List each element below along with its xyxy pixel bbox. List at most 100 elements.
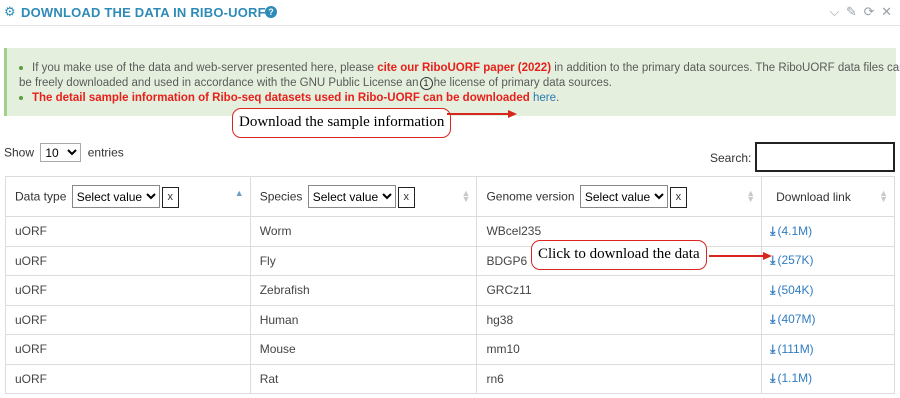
cell-data-type: uORF xyxy=(5,334,251,365)
arrow-head-icon xyxy=(508,110,517,118)
notice-line-sample-info: The detail sample information of Ribo-se… xyxy=(19,92,559,104)
table-row: uORF Worm WBcel235 ⤓ (4.1M) xyxy=(5,216,895,247)
file-size: (111M) xyxy=(777,341,814,356)
column-header-data-type[interactable]: Data type Select value x ▲ xyxy=(5,176,251,217)
cogs-icon: ⚙ xyxy=(4,4,16,19)
column-header-download-link[interactable]: Download link ▲ ▼ xyxy=(761,176,895,217)
table-row: uORF Fly BDGP6 ⤓ (257K) xyxy=(5,245,895,276)
cell-data-type: uORF xyxy=(5,304,251,335)
notice-text: he license of primary data sources. xyxy=(433,77,612,89)
column-header-species[interactable]: Species Select value x ▲ ▼ xyxy=(249,176,478,217)
notice-line-citation: If you make use of the data and web-serv… xyxy=(19,62,900,74)
notice-text: If you make use of the data and web-serv… xyxy=(32,62,378,74)
table-header-row: Data type Select value x ▲ Species Select… xyxy=(5,176,895,217)
cell-genome: hg38 xyxy=(476,304,763,335)
notice-text: . xyxy=(555,92,560,104)
species-filter[interactable]: Select value xyxy=(307,185,396,208)
close-icon[interactable]: ✕ xyxy=(881,4,892,19)
panel-title: DOWNLOAD THE DATA IN RIBO-UORF xyxy=(21,5,266,20)
cell-data-type: uORF xyxy=(5,363,251,394)
cell-download: ⤓ (4.1M) xyxy=(761,216,895,247)
annotation-marker: 1 xyxy=(419,77,433,90)
download-icon: ⤓ xyxy=(770,223,776,238)
download-icon: ⤓ xyxy=(770,371,776,386)
wrench-icon[interactable]: ✎ xyxy=(846,4,857,19)
file-size: (257K) xyxy=(777,253,814,268)
cell-species: Fly xyxy=(249,245,478,276)
cell-species: Mouse xyxy=(249,334,478,365)
cell-species: Human xyxy=(249,304,478,335)
sort-asc-icon[interactable]: ▲ xyxy=(235,189,244,198)
entries-select[interactable]: 10 xyxy=(40,143,82,162)
callout-click-download: Click to download the data xyxy=(531,240,707,270)
notice-line-license: be freely downloaded and used in accorda… xyxy=(19,77,612,90)
download-link[interactable]: ⤓ (4.1M) xyxy=(770,224,812,238)
download-link[interactable]: ⤓ (111M) xyxy=(770,342,814,356)
genome-version-filter[interactable]: Select value xyxy=(579,185,668,208)
cell-data-type: uORF xyxy=(5,275,251,306)
column-header-genome-version[interactable]: Genome version Select value x ▲ ▼ xyxy=(476,176,763,217)
notice-text: be freely downloaded and used in accorda… xyxy=(19,77,419,89)
table-row: uORF Human hg38 ⤓ (407M) xyxy=(5,304,895,335)
sort-icon[interactable]: ▲ ▼ xyxy=(746,189,755,204)
help-icon[interactable]: ? xyxy=(265,6,277,18)
cell-genome: GRCz11 xyxy=(476,275,763,306)
cell-genome: rn6 xyxy=(476,363,763,394)
callout-sample-info: Download the sample information xyxy=(232,108,452,138)
sample-info-link[interactable]: here xyxy=(533,92,556,104)
cell-download: ⤓ (257K) xyxy=(761,245,895,276)
refresh-icon[interactable]: ⟳ xyxy=(864,4,875,19)
clear-filter-button[interactable]: x xyxy=(161,186,179,208)
panel-header: ⚙ DOWNLOAD THE DATA IN RIBO-UORF ? ⌵ ✎ ⟳… xyxy=(0,0,900,26)
notice-box: If you make use of the data and web-serv… xyxy=(4,48,900,116)
bullet-icon xyxy=(19,65,23,70)
cell-species: Zebrafish xyxy=(249,275,478,306)
cell-data-type: uORF xyxy=(5,216,251,247)
entries-label: entries xyxy=(87,145,124,160)
column-label: Species xyxy=(259,189,303,204)
download-icon: ⤓ xyxy=(770,341,776,356)
notice-text: in addition to the primary data sources.… xyxy=(551,62,900,74)
file-size: (407M) xyxy=(777,312,816,327)
column-label: Download link xyxy=(776,189,851,204)
column-label: Genome version xyxy=(486,189,575,204)
file-size: (4.1M) xyxy=(777,223,813,238)
download-icon: ⤓ xyxy=(770,282,776,297)
cite-paper-link[interactable]: cite our RiboUORF paper (2022) xyxy=(377,62,551,74)
bullet-icon xyxy=(19,95,23,100)
sort-icon[interactable]: ▲ ▼ xyxy=(462,189,471,204)
sample-info-text: The detail sample information of Ribo-se… xyxy=(32,92,530,104)
panel-toolbar: ⌵ ✎ ⟳ ✕ xyxy=(827,4,892,20)
cell-data-type: uORF xyxy=(5,245,251,276)
cell-download: ⤓ (504K) xyxy=(761,275,895,306)
clear-filter-button[interactable]: x xyxy=(397,186,415,208)
download-icon: ⤓ xyxy=(770,312,776,327)
download-link[interactable]: ⤓ (504K) xyxy=(770,283,813,297)
cell-download: ⤓ (111M) xyxy=(761,334,895,365)
download-link[interactable]: ⤓ (407M) xyxy=(770,312,815,326)
show-label: Show xyxy=(4,145,35,160)
entries-control: Show 10 entries xyxy=(4,143,124,162)
column-label: Data type xyxy=(15,189,67,204)
cell-download: ⤓ (1.1M) xyxy=(761,363,895,394)
cell-species: Worm xyxy=(249,216,478,247)
data-type-filter[interactable]: Select value xyxy=(71,185,160,208)
collapse-icon[interactable]: ⌵ xyxy=(830,4,840,19)
download-link[interactable]: ⤓ (257K) xyxy=(770,253,813,267)
table-row: uORF Zebrafish GRCz11 ⤓ (504K) xyxy=(5,275,895,306)
arrow-head-icon xyxy=(763,252,772,260)
sort-icon[interactable]: ▲ ▼ xyxy=(879,189,888,204)
cell-download: ⤓ (407M) xyxy=(761,304,895,335)
data-table: Data type Select value x ▲ Species Select… xyxy=(5,176,895,394)
table-row: uORF Mouse mm10 ⤓ (111M) xyxy=(5,334,895,365)
cell-species: Rat xyxy=(249,363,478,394)
clear-filter-button[interactable]: x xyxy=(669,186,687,208)
table-row: uORF Rat rn6 ⤓ (1.1M) xyxy=(5,363,895,394)
callout-arrow xyxy=(447,113,509,115)
callout-arrow xyxy=(709,255,764,257)
cell-genome: mm10 xyxy=(476,334,763,365)
search-input[interactable] xyxy=(755,142,895,172)
download-link[interactable]: ⤓ (1.1M) xyxy=(770,371,812,385)
file-size: (1.1M) xyxy=(777,371,813,386)
search-label: Search: xyxy=(710,151,752,165)
